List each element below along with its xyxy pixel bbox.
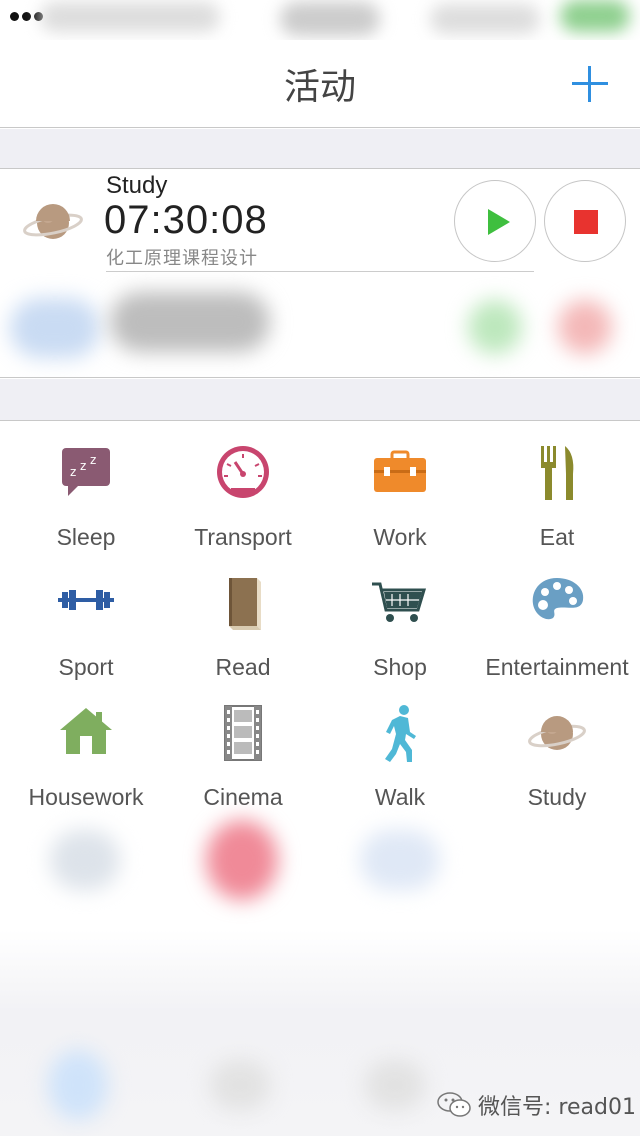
- cart-icon: [372, 582, 427, 622]
- category-work[interactable]: Work: [320, 444, 480, 574]
- category-label: Housework: [28, 784, 144, 810]
- category-read[interactable]: Read: [163, 574, 323, 704]
- category-eat[interactable]: Eat: [477, 444, 637, 574]
- active-activity-name: Study: [106, 172, 168, 199]
- category-sport[interactable]: Sport: [6, 574, 166, 704]
- category-label: Sport: [58, 654, 114, 680]
- category-label: Work: [373, 524, 427, 550]
- blurred-category: [360, 830, 440, 890]
- fork-knife-icon: [541, 446, 574, 500]
- category-label: Transport: [194, 524, 292, 550]
- stop-button[interactable]: [544, 180, 626, 262]
- category-sleep[interactable]: z z z Sleep: [6, 444, 166, 574]
- section-spacer: [0, 379, 640, 421]
- stop-icon: [574, 210, 598, 234]
- active-note: 化工原理课程设计: [106, 248, 258, 269]
- nav-bar: 活动: [0, 40, 640, 128]
- category-shop[interactable]: Shop: [320, 574, 480, 704]
- signal-icon: [10, 12, 43, 21]
- film-icon: [224, 705, 262, 761]
- wechat-icon: [437, 1092, 471, 1117]
- category-label: Shop: [373, 654, 427, 680]
- watermark: 微信号: read01: [436, 1085, 636, 1125]
- category-label: Cinema: [203, 784, 283, 810]
- svg-text:z: z: [90, 453, 96, 467]
- category-walk[interactable]: Walk: [320, 704, 480, 834]
- blurred-category: [206, 820, 278, 900]
- play-button[interactable]: [454, 180, 536, 262]
- section-spacer: [0, 129, 640, 168]
- category-cinema[interactable]: Cinema: [163, 704, 323, 834]
- category-label: Walk: [374, 784, 426, 810]
- sleep-bubble-icon: z z z: [62, 448, 110, 496]
- category-transport[interactable]: Transport: [163, 444, 323, 574]
- blurred-activity-row: [0, 282, 640, 372]
- book-icon: [229, 578, 261, 630]
- speedometer-icon: [217, 446, 269, 498]
- category-entertainment[interactable]: Entertainment: [477, 574, 637, 704]
- category-housework[interactable]: Housework: [6, 704, 166, 834]
- active-timer: 07:30:08: [104, 198, 268, 242]
- page-title: 活动: [283, 67, 356, 108]
- walker-icon: [385, 705, 416, 762]
- category-label: Read: [215, 654, 271, 680]
- category-label: Eat: [539, 524, 575, 550]
- toolbox-icon: [374, 450, 426, 492]
- category-label: Study: [527, 784, 587, 810]
- planet-icon: [23, 204, 83, 239]
- divider: [106, 271, 534, 272]
- house-icon: [60, 708, 112, 754]
- play-icon: [488, 209, 510, 235]
- dumbbell-icon: [58, 590, 114, 610]
- svg-text:z: z: [70, 465, 76, 479]
- category-study[interactable]: Study: [477, 704, 637, 834]
- category-label: Entertainment: [485, 654, 629, 680]
- blurred-category: [50, 830, 120, 890]
- category-label: Sleep: [56, 524, 116, 550]
- add-activity-button[interactable]: [568, 62, 612, 106]
- palette-icon: [532, 578, 584, 620]
- watermark-text: 微信号: read01: [478, 1095, 636, 1120]
- svg-text:z: z: [80, 459, 86, 473]
- planet-icon: [528, 716, 586, 750]
- status-bar: [0, 0, 640, 40]
